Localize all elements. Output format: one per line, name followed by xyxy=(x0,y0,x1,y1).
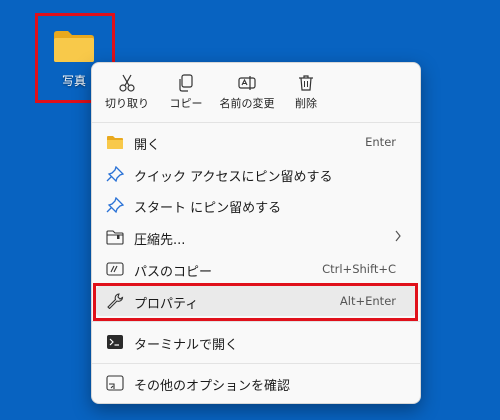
terminal-icon xyxy=(107,335,123,349)
menu-item-label: クイック アクセスにピン留めする xyxy=(134,170,333,185)
menu-divider xyxy=(92,363,420,364)
quick-action-bar: 切り取り コピー 名前の変更 削除 xyxy=(92,63,420,121)
menu-item-label: パスのコピー xyxy=(134,265,213,280)
rename-icon xyxy=(238,76,256,90)
menu-divider xyxy=(92,122,420,123)
menu-item-label: プロパティ xyxy=(134,297,199,312)
menu-item-label: ターミナルで開く xyxy=(134,338,239,353)
menu-item-shortcut: Enter xyxy=(365,135,396,149)
pin-icon xyxy=(106,197,124,213)
menu-divider xyxy=(92,321,420,322)
menu-item-open-terminal[interactable]: ターミナルで開く xyxy=(96,327,416,357)
scissors-icon xyxy=(119,74,135,92)
menu-item-show-more-options[interactable]: その他のオプションを確認 xyxy=(96,368,416,398)
menu-item-shortcut: Alt+Enter xyxy=(339,294,396,308)
more-options-icon xyxy=(106,375,124,391)
menu-item-compress-to[interactable]: 圧縮先... xyxy=(96,222,416,252)
menu-item-label: 開く xyxy=(134,138,161,153)
delete-label: 削除 xyxy=(295,97,317,110)
menu-item-properties[interactable]: プロパティ Alt+Enter xyxy=(96,286,416,316)
pin-icon xyxy=(106,166,124,182)
trash-icon xyxy=(299,75,313,91)
copy-label: コピー xyxy=(169,97,203,110)
menu-item-label: スタート にピン留めする xyxy=(134,201,282,216)
rename-label: 名前の変更 xyxy=(219,97,275,110)
path-icon xyxy=(106,262,124,276)
menu-item-copy-path[interactable]: パスのコピー Ctrl+Shift+C xyxy=(96,254,416,284)
zip-folder-icon xyxy=(106,230,124,245)
context-menu: 切り取り コピー 名前の変更 削除 開く Enter クイック アクセスにピン留… xyxy=(91,62,421,404)
delete-button[interactable]: 削除 xyxy=(274,69,338,119)
menu-item-open[interactable]: 開く Enter xyxy=(96,127,416,157)
folder-icon xyxy=(107,136,123,149)
menu-item-pin-quick-access[interactable]: クイック アクセスにピン留めする xyxy=(96,159,416,189)
cut-label: 切り取り xyxy=(105,97,149,110)
copy-icon xyxy=(179,74,193,92)
chevron-right-icon xyxy=(395,230,401,242)
cut-button[interactable]: 切り取り xyxy=(95,69,159,119)
rename-button[interactable]: 名前の変更 xyxy=(215,69,279,119)
wrench-icon xyxy=(107,293,124,309)
menu-item-label: その他のオプションを確認 xyxy=(134,379,291,394)
folder-icon xyxy=(54,31,94,62)
menu-item-label: 圧縮先... xyxy=(134,233,186,248)
menu-item-shortcut: Ctrl+Shift+C xyxy=(322,262,396,276)
menu-item-pin-start[interactable]: スタート にピン留めする xyxy=(96,190,416,220)
copy-button[interactable]: コピー xyxy=(154,69,218,119)
